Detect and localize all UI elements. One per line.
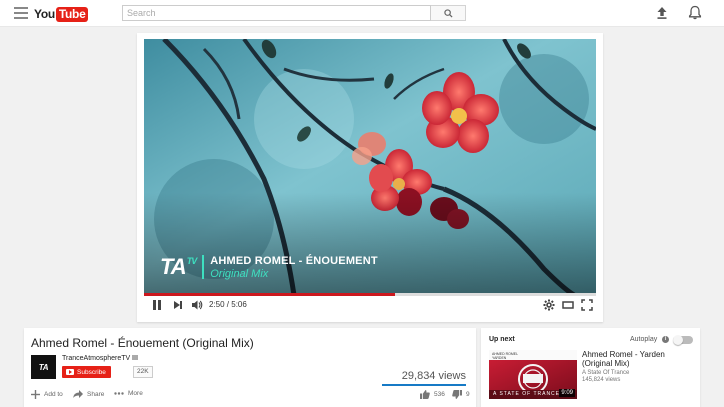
progress-bar[interactable]: [144, 293, 596, 296]
overlay-text: AHMED ROMEL - ÉNOUEMENT Original Mix: [210, 255, 378, 280]
likes-ratio-bar: [382, 384, 466, 386]
search-input[interactable]: [122, 5, 431, 21]
next-video-thumbnail[interactable]: AHMED ROMEL YARDEN A STATE OF TRANCE 9:09: [489, 350, 577, 399]
ta-logo-sup: TV: [186, 256, 197, 266]
search-button[interactable]: [431, 5, 466, 21]
youtube-play-icon: [66, 369, 74, 375]
logo-tube: Tube: [55, 6, 89, 22]
avatar-text: TA: [38, 362, 49, 372]
subscribe-label: Subscribe: [77, 368, 106, 376]
time-display: 2:50 / 5:06: [209, 300, 247, 309]
video-title-overlay: TATV AHMED ROMEL - ÉNOUEMENT Original Mi…: [160, 254, 378, 280]
dislike-button[interactable]: 9: [452, 390, 470, 399]
theater-mode-icon[interactable]: [562, 299, 574, 311]
fullscreen-icon[interactable]: [581, 299, 593, 311]
video-title: Ahmed Romel - Énouement (Original Mix): [31, 336, 254, 350]
notifications-bell-icon[interactable]: [688, 5, 702, 20]
volume-icon[interactable]: [191, 299, 203, 311]
video-player[interactable]: TATV AHMED ROMEL - ÉNOUEMENT Original Mi…: [144, 39, 596, 295]
subscriber-count: 22K: [133, 366, 153, 378]
more-label: More: [128, 390, 143, 397]
share-icon: [73, 390, 83, 398]
view-count: 29,834 views: [401, 370, 466, 382]
player-controls: 2:50 / 5:06: [144, 293, 596, 317]
thumbs-up-icon: [420, 390, 430, 399]
overlay-divider: [202, 255, 205, 279]
played-bar: [144, 293, 395, 296]
settings-gear-icon[interactable]: [543, 299, 555, 311]
ta-logo-text: TA: [160, 254, 187, 279]
up-next-sidebar: Up next Autoplay i AHMED ROMEL YARDEN A S…: [481, 328, 700, 407]
ta-tv-logo: TATV: [160, 254, 197, 280]
add-to-button[interactable]: Add to: [31, 390, 63, 399]
channel-avatar[interactable]: TA: [31, 355, 56, 379]
video-info-card: Ahmed Romel - Énouement (Original Mix) T…: [24, 328, 476, 407]
thumbnail-bottom-label: A STATE OF TRANCE: [493, 391, 561, 397]
autoplay-label: Autoplay: [630, 336, 658, 343]
search-icon: [443, 8, 453, 18]
overlay-artist: AHMED ROMEL - ÉNOUEMENT: [210, 254, 378, 267]
like-count: 536: [434, 391, 445, 398]
autoplay-toggle[interactable]: [673, 335, 693, 345]
plus-icon: [31, 390, 40, 399]
more-dots-icon: [114, 392, 124, 395]
thumbs-down-icon: [452, 390, 462, 399]
dislike-count: 9: [466, 391, 470, 398]
logo-you: You: [34, 7, 55, 21]
pause-icon[interactable]: [152, 299, 162, 311]
verified-icon: [132, 355, 139, 360]
more-button[interactable]: More: [114, 390, 143, 397]
overlay-mix: Original Mix: [210, 267, 269, 280]
next-icon[interactable]: [173, 299, 183, 311]
next-video-channel: A State Of Trance: [582, 370, 630, 376]
share-button[interactable]: Share: [73, 390, 104, 398]
share-label: Share: [87, 390, 105, 398]
next-video-views: 145,824 views: [582, 377, 621, 383]
thumbnail-top-label: AHMED ROMEL YARDEN: [492, 352, 519, 360]
duration-badge: 9:09: [559, 389, 575, 397]
channel-name-link[interactable]: TranceAtmosphereTV: [62, 355, 139, 362]
channel-name: TranceAtmosphereTV: [62, 355, 131, 362]
like-button[interactable]: 536: [420, 390, 445, 399]
search-bar: [122, 5, 466, 21]
next-video-title[interactable]: Ahmed Romel - Yarden (Original Mix): [582, 350, 694, 368]
add-to-label: Add to: [44, 391, 63, 398]
masthead: You Tube: [0, 0, 724, 27]
info-icon[interactable]: i: [662, 336, 669, 343]
subscribe-button[interactable]: Subscribe: [62, 366, 111, 378]
toggle-knob: [673, 335, 683, 345]
menu-icon[interactable]: [14, 7, 28, 19]
youtube-logo[interactable]: You Tube: [34, 6, 89, 22]
up-next-heading: Up next: [489, 336, 515, 343]
upload-icon[interactable]: [655, 6, 669, 20]
